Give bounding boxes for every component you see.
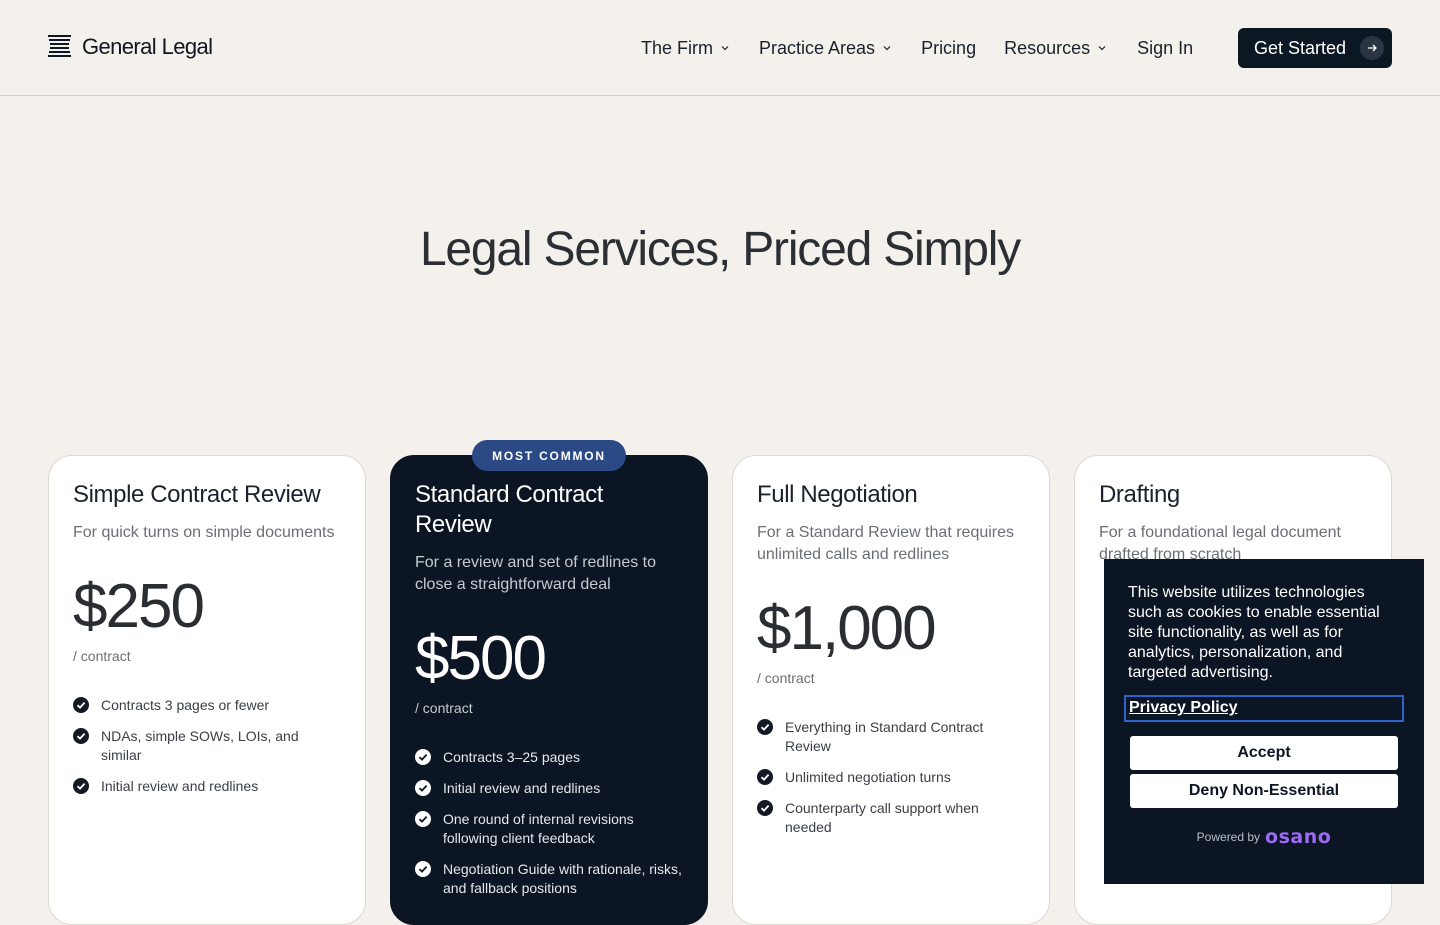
osano-logo[interactable]: osano	[1265, 826, 1331, 848]
check-circle-icon	[415, 780, 431, 796]
nav-label: Practice Areas	[759, 37, 876, 58]
plan-card-simple-review: Simple Contract Review For quick turns o…	[48, 455, 366, 925]
powered-by: Powered by osano	[1128, 826, 1400, 848]
check-circle-icon	[415, 811, 431, 827]
check-circle-icon	[73, 697, 89, 713]
feature-text: Contracts 3–25 pages	[443, 749, 580, 765]
nav-pricing[interactable]: Pricing	[921, 38, 976, 59]
get-started-label: Get Started	[1254, 37, 1347, 58]
cookie-message: This website utilizes technologies such …	[1128, 584, 1380, 681]
plan-unit: / contract	[73, 648, 131, 664]
plan-title: Standard Contract Review	[415, 481, 603, 538]
deny-non-essential-button[interactable]: Deny Non-Essential	[1130, 774, 1398, 808]
most-common-badge: MOST COMMON	[472, 440, 626, 471]
feature-text: Unlimited negotiation turns	[785, 769, 951, 785]
chevron-down-icon	[883, 46, 891, 51]
plan-card-standard-review: Standard Contract Review For a review an…	[390, 455, 708, 925]
nav-label: Resources	[1004, 37, 1091, 58]
nav-label: The Firm	[641, 37, 713, 58]
feature-text: Negotiation Guide with rationale, risks,…	[443, 861, 682, 896]
plan-unit: / contract	[757, 670, 815, 686]
nav-label: Sign In	[1137, 37, 1194, 58]
cookie-consent-dialog: This website utilizes technologies such …	[1104, 559, 1424, 884]
page-title: Legal Services, Priced Simply	[419, 223, 1021, 276]
check-circle-icon	[757, 769, 773, 785]
list-item: Counterparty call support when needed	[757, 799, 1025, 837]
plan-features: Contracts 3 pages or fewer NDAs, simple …	[73, 696, 341, 796]
list-item: Everything in Standard Contract Review	[757, 718, 1025, 756]
feature-text: Everything in Standard Contract Review	[785, 719, 984, 754]
plan-price: $250	[73, 572, 205, 641]
chevron-down-icon	[1098, 46, 1106, 51]
plan-price: $1,000	[757, 594, 937, 663]
feature-text: One round of internal revisions followin…	[443, 811, 634, 846]
brand-name: General Legal	[82, 34, 213, 59]
plan-card-full-negotiation: Full Negotiation For a Standard Review t…	[732, 455, 1050, 925]
nav-sign-in[interactable]: Sign In	[1137, 38, 1193, 59]
plan-features: Everything in Standard Contract Review U…	[757, 718, 1025, 837]
plan-title: Simple Contract Review	[73, 481, 321, 508]
check-circle-icon	[757, 800, 773, 816]
list-item: Initial review and redlines	[415, 779, 683, 798]
get-started-button[interactable]: Get Started	[1238, 28, 1392, 68]
plan-unit: / contract	[415, 700, 473, 716]
accept-button[interactable]: Accept	[1130, 736, 1398, 770]
powered-by-label: Powered by	[1196, 830, 1261, 844]
feature-text: Counterparty call support when needed	[785, 800, 979, 835]
feature-text: NDAs, simple SOWs, LOIs, and similar	[101, 728, 299, 763]
plan-price: $500	[415, 624, 547, 693]
plan-title: Drafting	[1099, 481, 1180, 508]
plan-title: Full Negotiation	[757, 481, 918, 508]
plan-features: Contracts 3–25 pages Initial review and …	[415, 748, 683, 898]
privacy-policy-link[interactable]: Privacy Policy	[1124, 695, 1404, 722]
brand-logo[interactable]: General Legal	[48, 34, 213, 60]
list-item: Contracts 3–25 pages	[415, 748, 683, 767]
check-circle-icon	[415, 861, 431, 877]
check-circle-icon	[415, 749, 431, 765]
feature-text: Initial review and redlines	[101, 778, 259, 794]
main-nav: The Firm Practice Areas Pricing Resource…	[641, 36, 1193, 60]
plan-description: For a Standard Review that requires unli…	[757, 524, 1015, 563]
list-item: Negotiation Guide with rationale, risks,…	[415, 860, 683, 898]
list-item: Initial review and redlines	[73, 777, 341, 796]
feature-text: Contracts 3 pages or fewer	[101, 697, 270, 713]
feature-text: Initial review and redlines	[443, 780, 601, 796]
check-circle-icon	[73, 728, 89, 744]
nav-label: Pricing	[921, 37, 977, 58]
list-item: One round of internal revisions followin…	[415, 810, 683, 848]
list-item: NDAs, simple SOWs, LOIs, and similar	[73, 727, 341, 765]
list-item: Contracts 3 pages or fewer	[73, 696, 341, 715]
plan-description: For quick turns on simple documents	[73, 524, 335, 541]
chevron-down-icon	[721, 46, 729, 51]
arrow-right-icon	[1360, 36, 1384, 60]
site-header: General Legal The Firm Practice Areas Pr…	[0, 0, 1440, 96]
check-circle-icon	[73, 778, 89, 794]
list-item: Unlimited negotiation turns	[757, 768, 1025, 787]
stacked-lines-logo-icon	[48, 35, 71, 57]
nav-practice-areas[interactable]: Practice Areas	[759, 38, 892, 59]
check-circle-icon	[757, 719, 773, 735]
nav-the-firm[interactable]: The Firm	[641, 38, 730, 59]
nav-resources[interactable]: Resources	[1004, 38, 1107, 59]
plan-description: For a review and set of redlines to clos…	[415, 554, 657, 593]
